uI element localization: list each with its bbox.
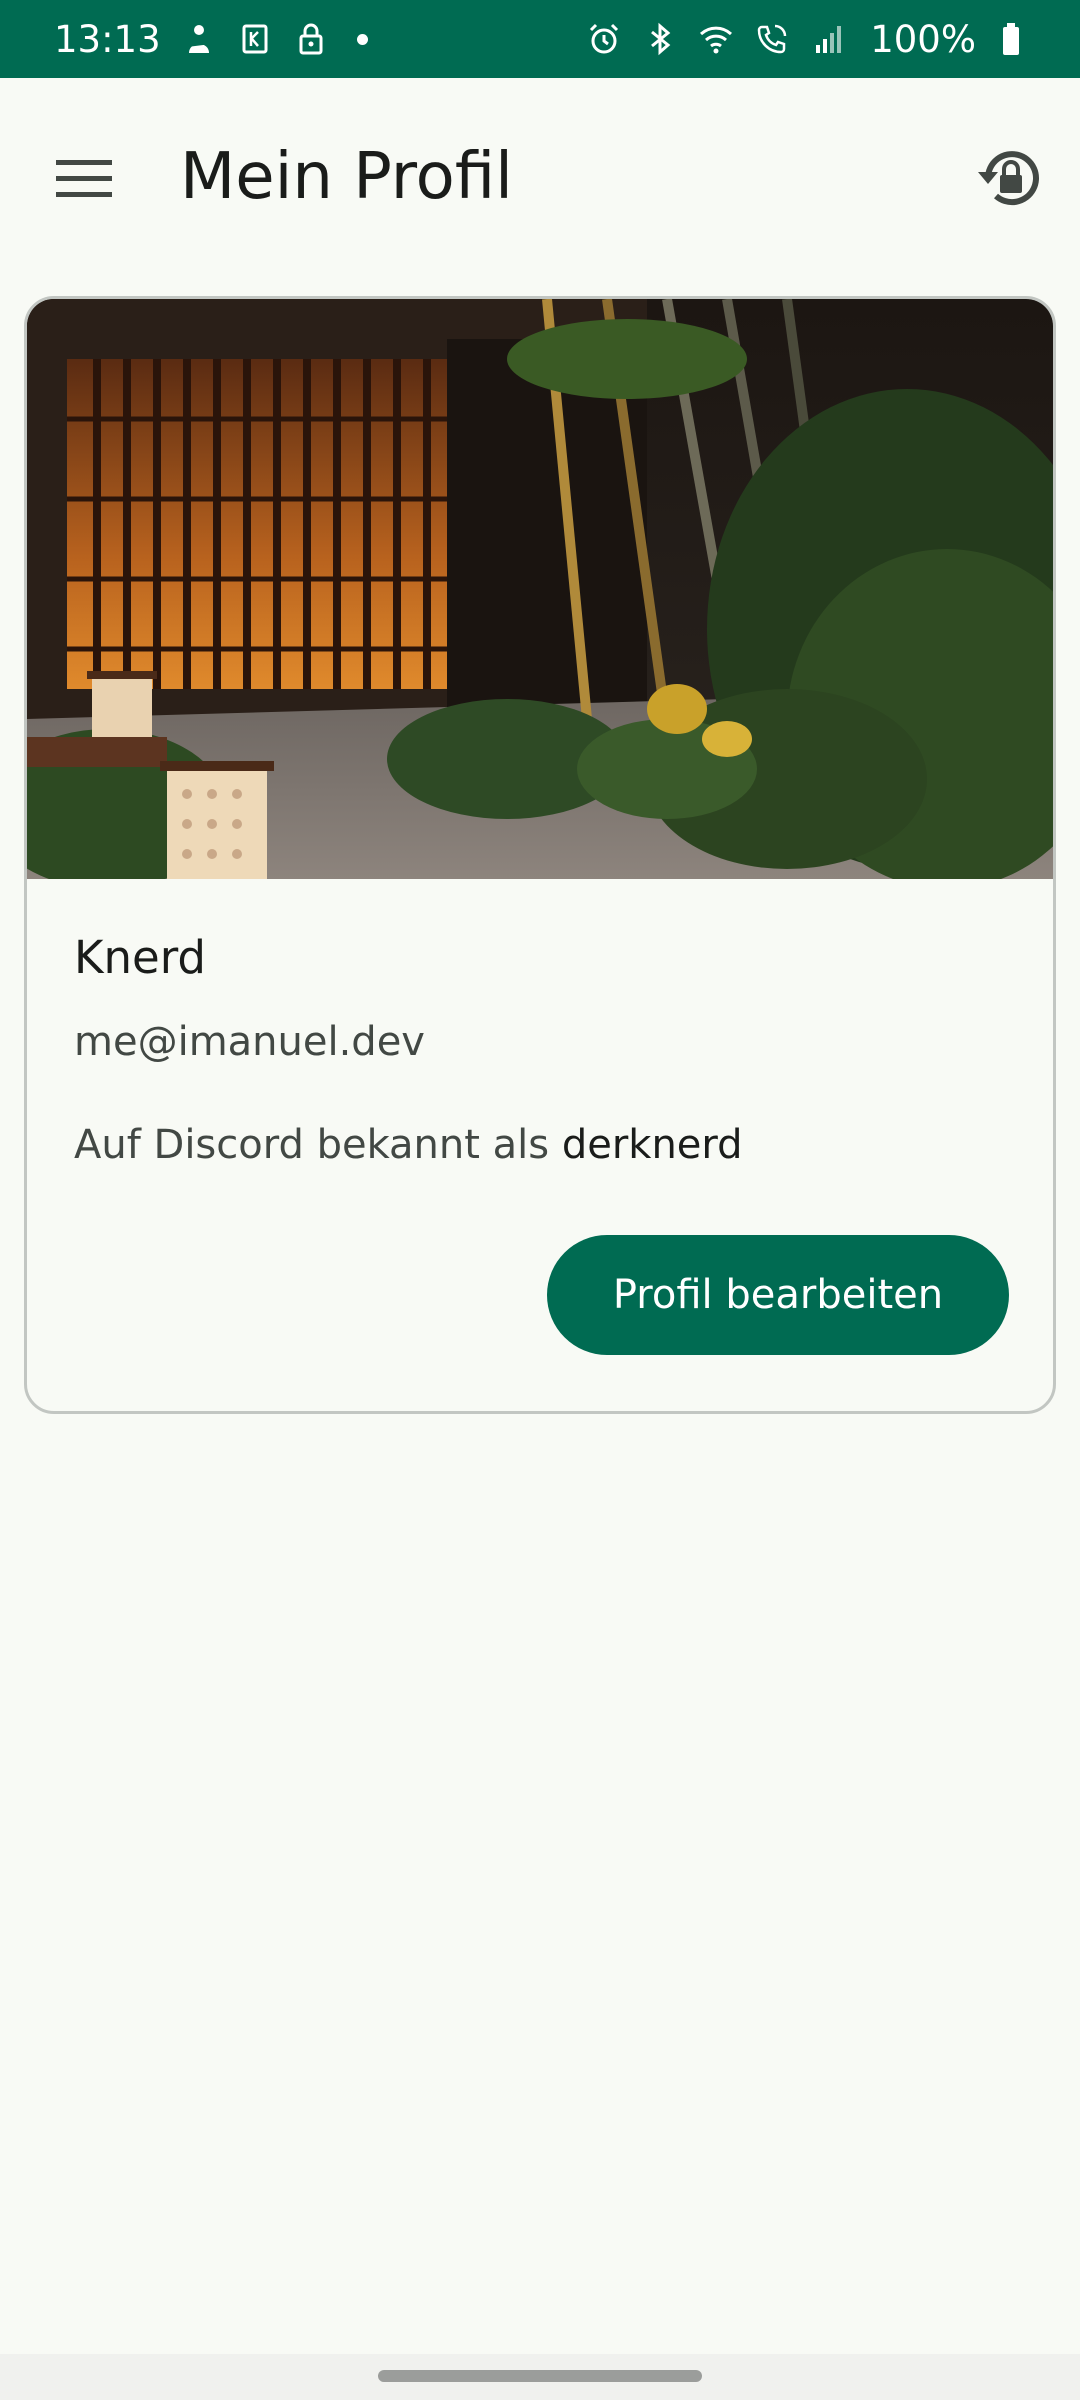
top-app-bar: Mein Profil (0, 78, 1080, 278)
menu-button[interactable] (36, 130, 132, 226)
wifi-calling-icon (754, 21, 790, 57)
status-bar: 13:13 100% (0, 0, 1080, 78)
profile-name: Knerd (74, 931, 206, 984)
status-bar-right: 100% (586, 18, 1032, 61)
profile-card: Knerd me@imanuel.dev Auf Discord bekannt… (24, 296, 1056, 1414)
bluetooth-icon (642, 21, 678, 57)
edit-profile-button[interactable]: Profil bearbeiten (547, 1235, 1009, 1355)
discord-username: derknerd (561, 1122, 743, 1168)
profile-email: me@imanuel.dev (74, 1019, 425, 1065)
notification-k-icon (237, 21, 273, 57)
lock-reset-icon (978, 151, 1039, 206)
wifi-icon (698, 21, 734, 57)
status-bar-left: 13:13 (54, 18, 368, 61)
home-indicator[interactable] (378, 2370, 702, 2382)
menu-icon (56, 160, 112, 197)
status-time: 13:13 (54, 17, 161, 61)
discord-prefix-label: Auf Discord bekannt als (74, 1122, 550, 1168)
battery-icon (996, 21, 1032, 57)
battery-percentage: 100% (870, 17, 976, 61)
signal-icon (810, 21, 846, 57)
notification-person-icon (181, 21, 217, 57)
page-title: Mein Profil (180, 140, 513, 214)
alarm-icon (586, 21, 622, 57)
profile-banner-image (27, 299, 1053, 879)
notification-dot (356, 33, 368, 45)
lock-icon (293, 21, 329, 57)
lock-reset-button[interactable] (962, 130, 1058, 226)
discord-info: Auf Discord bekannt als derknerd (74, 1122, 743, 1168)
system-navigation-bar (0, 2354, 1080, 2400)
